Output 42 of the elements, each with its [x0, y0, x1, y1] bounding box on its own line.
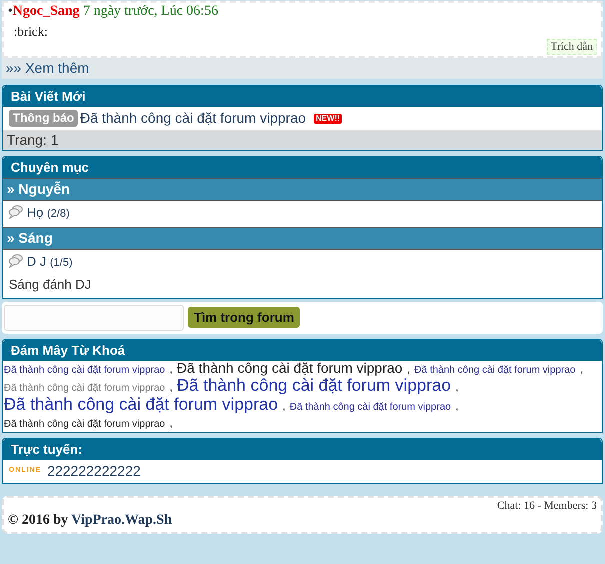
separator: ,	[456, 380, 459, 394]
speech-bubbles-icon	[9, 254, 23, 268]
separator: ,	[282, 399, 286, 414]
post-body: :brick:	[13, 24, 49, 40]
post-time: 7 ngày trước, Lúc 06:56	[82, 4, 218, 19]
separator: ,	[170, 362, 174, 376]
thread-link[interactable]: Đã thành công cài đặt forum vipprao	[80, 110, 306, 127]
category-header[interactable]: » Nguyễn	[3, 178, 602, 201]
notice-tag: Thông báo	[9, 110, 78, 127]
separator: ,	[407, 362, 411, 376]
separator: ,	[580, 362, 584, 376]
post-author[interactable]: •Ngoc_Sang	[8, 4, 80, 19]
forum-link[interactable]: D J (1/5)	[27, 254, 73, 270]
tag-link[interactable]: Đã thành công cài đặt forum vipprao	[4, 418, 166, 430]
site-link[interactable]: VipPrao.Wap.Sh	[72, 512, 172, 528]
search-button[interactable]: Tìm trong forum	[188, 306, 300, 328]
separator: ,	[170, 380, 174, 394]
panel-header: Bài Viết Mới	[3, 86, 602, 108]
tag-link[interactable]: Đã thành công cài đặt forum vipprao	[290, 402, 452, 414]
category-header[interactable]: » Sáng	[3, 226, 602, 250]
quote-button[interactable]: Trích dẫn	[546, 39, 597, 56]
tag-link[interactable]: Đã thành công cài đặt forum vipprao	[4, 395, 278, 414]
separator: ,	[170, 416, 174, 430]
separator: ,	[456, 399, 459, 414]
tag-link[interactable]: Đã thành công cài đặt forum vipprao	[177, 376, 452, 396]
forum-link[interactable]: Họ (2/8)	[27, 204, 70, 222]
tag-link[interactable]: Đã thành công cài đặt forum vipprao	[4, 383, 166, 394]
panel-header: Đám Mây Từ Khoá	[3, 340, 602, 361]
speech-bubbles-icon	[9, 204, 23, 219]
forum-description: Sáng đánh DJ	[8, 276, 92, 294]
chat-stats: Chat: 16 - Members: 3	[497, 500, 597, 513]
new-badge: NEW!!	[314, 114, 342, 124]
tag-link[interactable]: Đã thành công cài đặt forum vipprao	[4, 364, 166, 376]
panel-header: Trực tuyến:	[3, 438, 602, 460]
copyright-text: © 2016 by	[8, 512, 68, 528]
panel-header: Chuyên mục	[3, 156, 602, 178]
pagination: Trang: 1	[3, 130, 602, 150]
tag-link[interactable]: Đã thành công cài đặt forum vipprao	[177, 360, 403, 376]
tag-link[interactable]: Đã thành công cài đặt forum vipprao	[414, 364, 576, 376]
search-field[interactable]	[4, 304, 184, 331]
see-more-link[interactable]: »» Xem thêm	[2, 58, 603, 80]
user-link[interactable]: 222222222222	[47, 462, 141, 480]
